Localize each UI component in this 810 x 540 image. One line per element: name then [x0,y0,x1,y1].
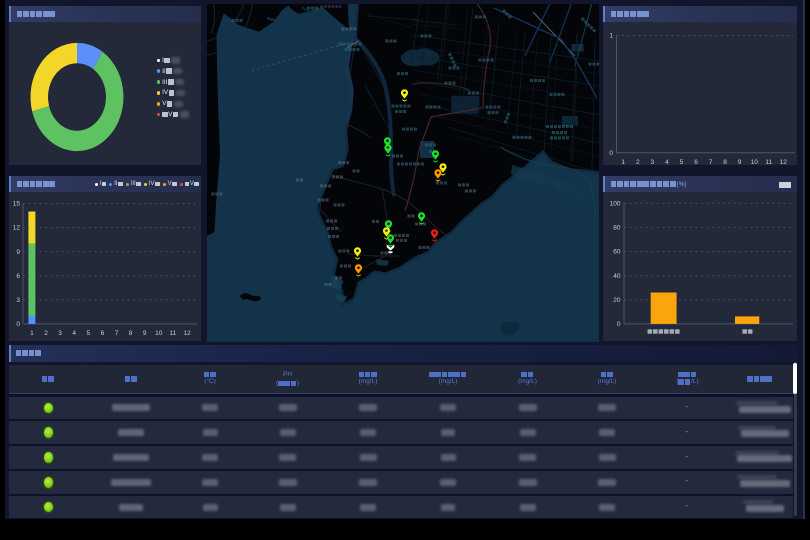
svg-text:6: 6 [16,273,20,280]
svg-text:8: 8 [723,159,727,165]
svg-text:4: 4 [665,159,669,165]
svg-text:15: 15 [12,201,20,208]
svg-text:6: 6 [100,330,104,337]
svg-text:40: 40 [613,273,621,280]
svg-text:12: 12 [12,225,20,232]
svg-text:11: 11 [765,159,772,165]
svg-text:2: 2 [44,330,48,337]
svg-text:11: 11 [169,330,176,337]
svg-text:3: 3 [650,159,654,165]
svg-text:10: 10 [750,159,758,165]
svg-text:60: 60 [613,249,621,256]
svg-text:9: 9 [142,330,146,337]
svg-text:3: 3 [16,297,20,304]
svg-text:7: 7 [708,159,712,165]
svg-text:9: 9 [16,249,20,256]
svg-text:0: 0 [616,321,620,328]
svg-text:1: 1 [30,330,34,337]
svg-text:7: 7 [114,330,118,337]
svg-text:6: 6 [694,159,698,165]
svg-text:10: 10 [155,330,163,337]
svg-text:8: 8 [128,330,132,337]
svg-text:3: 3 [58,330,62,337]
svg-text:4: 4 [72,330,76,337]
svg-text:2: 2 [635,159,639,165]
svg-text:9: 9 [737,159,741,165]
svg-text:1: 1 [621,159,625,165]
svg-text:1: 1 [609,33,613,40]
svg-text:5: 5 [86,330,90,337]
svg-text:5: 5 [679,159,683,165]
svg-text:12: 12 [779,159,787,165]
svg-text:12: 12 [183,330,191,337]
svg-text:0: 0 [16,321,20,328]
svg-text:20: 20 [613,297,621,304]
svg-text:0: 0 [609,150,613,157]
svg-text:100: 100 [609,201,620,208]
svg-text:80: 80 [613,225,621,232]
